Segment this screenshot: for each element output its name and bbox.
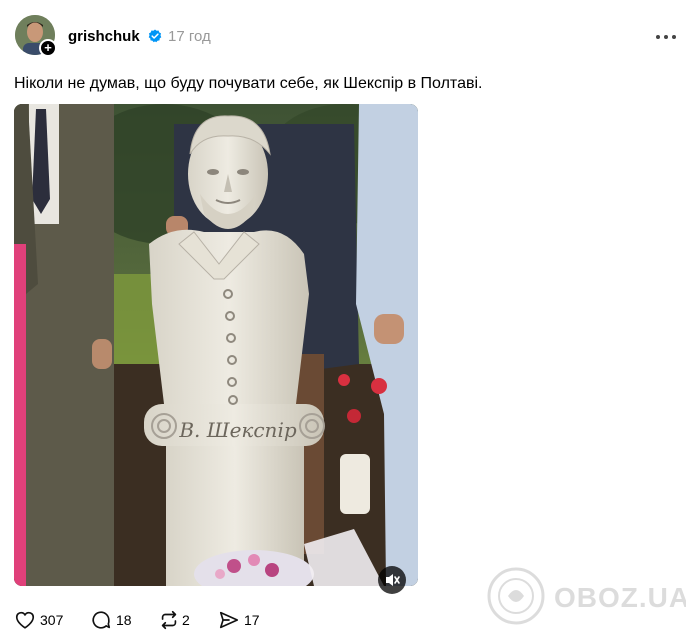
repost-count: 2 <box>182 612 190 628</box>
verified-icon <box>148 29 162 43</box>
watermark-logo-icon <box>487 567 545 625</box>
video-frame: В. Шекспір <box>14 104 418 586</box>
share-icon <box>219 611 239 629</box>
share-count: 17 <box>244 612 260 628</box>
repost-icon <box>161 610 177 630</box>
repost-button[interactable]: 2 <box>158 608 198 632</box>
like-count: 307 <box>40 612 64 628</box>
comment-count: 18 <box>116 612 132 628</box>
heart-icon <box>15 611 35 629</box>
post-video[interactable]: В. Шекспір <box>14 104 418 586</box>
post-header: + grishchuk 17 год <box>0 0 686 70</box>
username[interactable]: grishchuk <box>68 28 140 45</box>
avatar[interactable]: + <box>15 15 57 57</box>
post-time: 17 год <box>168 28 211 45</box>
follow-button[interactable]: + <box>39 39 57 57</box>
more-icon[interactable] <box>656 29 678 45</box>
share-button[interactable]: 17 <box>218 608 268 632</box>
statue-plaque-text: В. Шекспір <box>178 418 296 442</box>
watermark-text: OBOZ.UA <box>554 582 686 613</box>
post-caption: Ніколи не думав, що буду почувати себе, … <box>14 75 483 92</box>
like-button[interactable]: 307 <box>14 608 70 632</box>
mute-icon[interactable] <box>378 566 406 594</box>
post-actions: 307 18 2 17 <box>14 608 314 632</box>
comment-icon <box>92 611 111 629</box>
comment-button[interactable]: 18 <box>90 608 140 632</box>
watermark: OBOZ.UA <box>486 566 686 630</box>
